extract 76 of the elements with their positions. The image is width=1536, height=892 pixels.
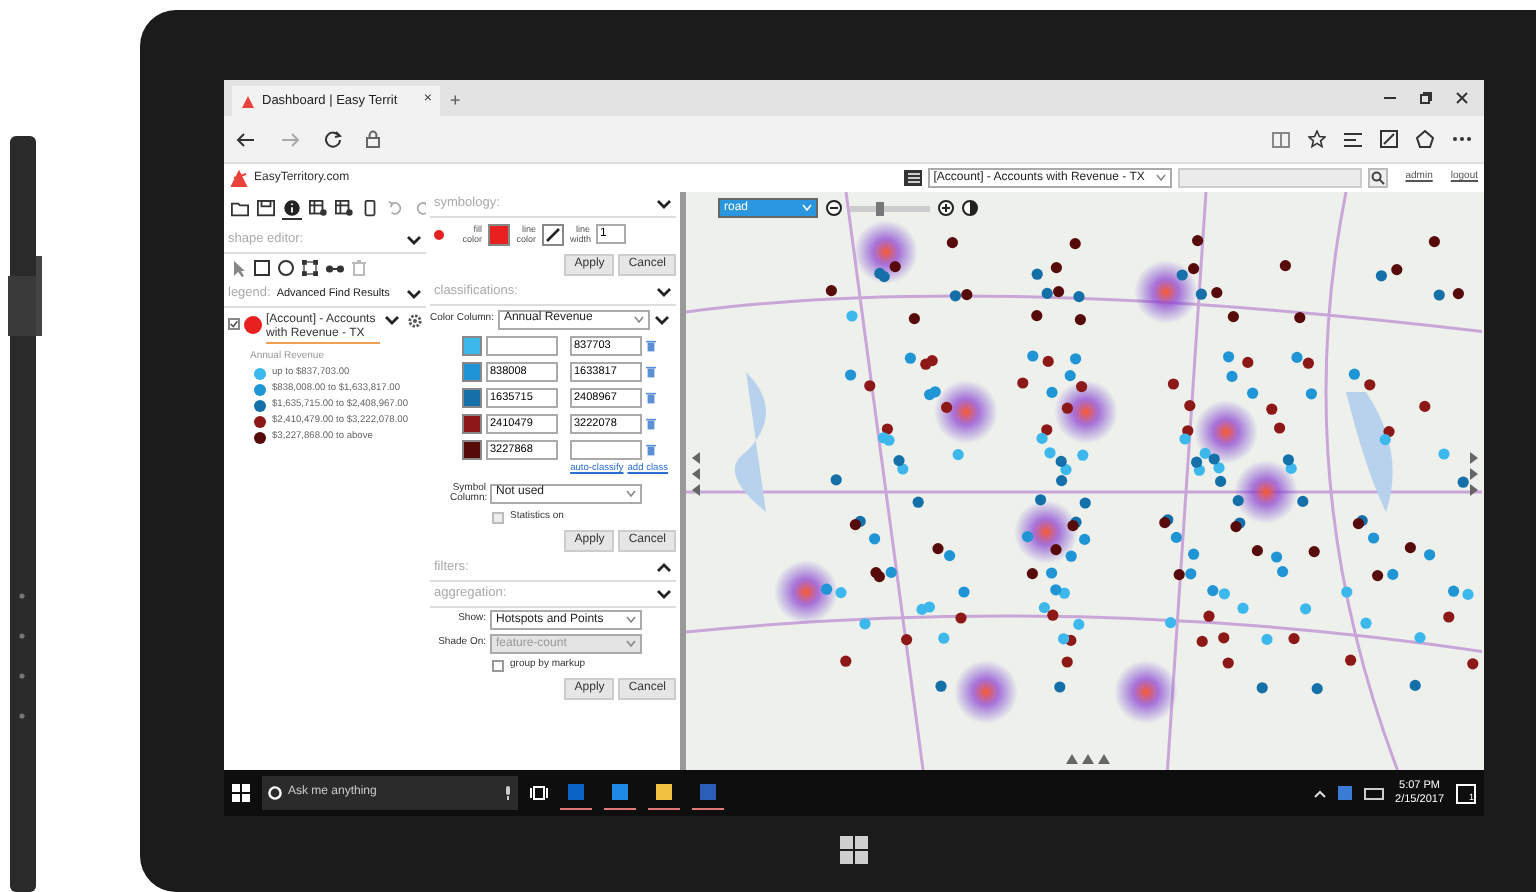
range-from-field[interactable] bbox=[486, 335, 558, 355]
pointer-icon[interactable] bbox=[232, 259, 246, 277]
restore-icon[interactable] bbox=[1420, 92, 1432, 104]
grid-tool-icon[interactable] bbox=[308, 200, 328, 220]
new-tab-button[interactable]: + bbox=[440, 86, 471, 116]
keyboard-icon[interactable] bbox=[1363, 787, 1384, 799]
save-tool-icon[interactable] bbox=[256, 200, 276, 220]
caret-icon bbox=[626, 489, 636, 497]
star-icon[interactable] bbox=[1308, 130, 1326, 148]
back-icon[interactable] bbox=[236, 131, 256, 147]
class-color-swatch[interactable] bbox=[462, 439, 482, 459]
task-view-icon[interactable] bbox=[530, 786, 548, 800]
logo-icon bbox=[230, 169, 248, 187]
caret-icon bbox=[802, 204, 812, 212]
expand-arrows-icon[interactable] bbox=[1066, 754, 1110, 764]
microphone-icon bbox=[504, 786, 512, 800]
folder-tool-icon[interactable] bbox=[230, 200, 250, 220]
chevron-icon[interactable] bbox=[656, 562, 672, 574]
more-icon[interactable] bbox=[1452, 136, 1472, 142]
circle-icon[interactable] bbox=[278, 260, 294, 276]
chevron-icon[interactable] bbox=[406, 288, 422, 300]
zoom-out-icon[interactable] bbox=[826, 200, 842, 216]
windows-logo-icon[interactable] bbox=[232, 784, 250, 802]
caret-icon bbox=[1155, 174, 1166, 182]
search-icon[interactable] bbox=[1367, 168, 1388, 188]
square-icon[interactable] bbox=[254, 260, 270, 276]
reading-view-icon[interactable] bbox=[1272, 131, 1290, 147]
search-field[interactable] bbox=[1177, 168, 1362, 188]
trash-icon[interactable] bbox=[646, 417, 656, 429]
class-color-swatch[interactable] bbox=[462, 413, 482, 433]
trash-icon[interactable] bbox=[646, 365, 656, 377]
info-tool-icon[interactable] bbox=[282, 200, 302, 220]
pen-icon[interactable] bbox=[542, 223, 564, 245]
scrollbar[interactable] bbox=[680, 192, 686, 770]
chevron-icon[interactable] bbox=[656, 286, 672, 298]
caret-icon bbox=[626, 616, 636, 624]
checkbox[interactable] bbox=[492, 511, 504, 523]
checkbox[interactable] bbox=[492, 659, 504, 671]
chevron-up-icon[interactable] bbox=[1313, 789, 1326, 797]
expand-arrows-icon[interactable] bbox=[1470, 452, 1478, 496]
chevron-icon[interactable] bbox=[653, 313, 670, 325]
contrast-icon[interactable] bbox=[962, 200, 978, 216]
chevron-icon[interactable] bbox=[656, 588, 672, 600]
caret-icon bbox=[626, 640, 636, 648]
collapse-arrows-icon[interactable] bbox=[692, 452, 700, 496]
caret-icon bbox=[633, 315, 644, 323]
class-color-swatch[interactable] bbox=[462, 361, 482, 381]
gear-icon[interactable] bbox=[408, 314, 422, 328]
range-to-field[interactable] bbox=[570, 439, 642, 459]
note-icon[interactable] bbox=[1380, 130, 1398, 148]
close-icon[interactable] bbox=[1456, 92, 1468, 104]
minimize-icon[interactable] bbox=[1384, 92, 1396, 104]
cortana-icon bbox=[268, 786, 282, 800]
zoom-slider-thumb[interactable] bbox=[875, 201, 884, 215]
chevron-icon[interactable] bbox=[384, 314, 400, 326]
check-icon bbox=[230, 320, 238, 328]
grid-tool-icon[interactable] bbox=[334, 200, 354, 220]
trash-icon[interactable] bbox=[646, 391, 656, 403]
windows-logo-icon[interactable] bbox=[840, 836, 868, 864]
chevron-icon[interactable] bbox=[406, 234, 422, 246]
zoom-in-icon[interactable] bbox=[938, 200, 954, 216]
phone-tool-icon[interactable] bbox=[360, 200, 380, 220]
line-icon[interactable] bbox=[326, 263, 344, 273]
fill-color-swatch[interactable] bbox=[488, 223, 510, 245]
trash-icon[interactable] bbox=[646, 339, 656, 351]
refresh-icon[interactable] bbox=[324, 130, 342, 148]
lock-icon bbox=[366, 130, 380, 148]
nodes-icon[interactable] bbox=[302, 260, 318, 276]
list-icon[interactable] bbox=[903, 170, 922, 186]
logo-icon bbox=[240, 93, 256, 109]
hub-icon[interactable] bbox=[1344, 131, 1362, 147]
class-color-swatch[interactable] bbox=[462, 335, 482, 355]
chevron-icon[interactable] bbox=[656, 198, 672, 210]
checkbox[interactable] bbox=[228, 318, 240, 330]
class-color-swatch[interactable] bbox=[462, 387, 482, 407]
trash-icon[interactable] bbox=[646, 443, 656, 455]
